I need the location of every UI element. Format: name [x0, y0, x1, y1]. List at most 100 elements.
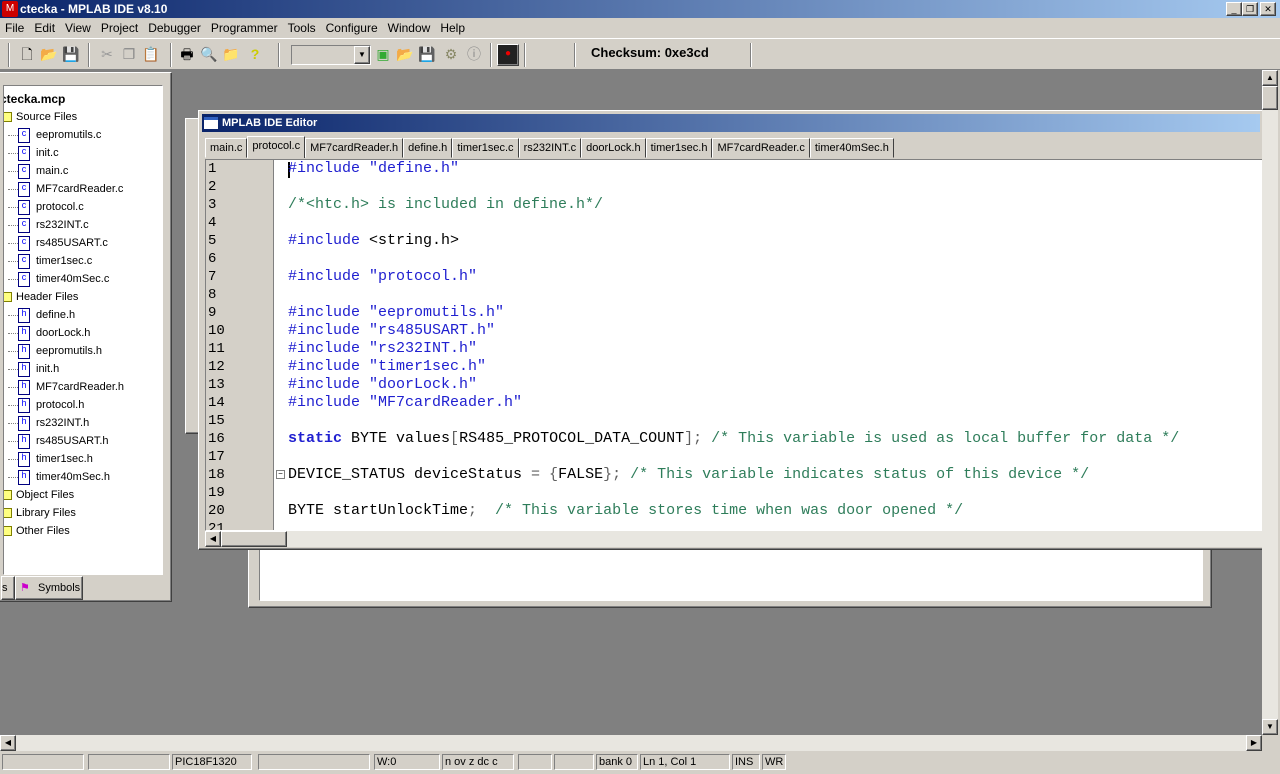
tree-file[interactable]: c rs485USART.c	[18, 234, 108, 252]
menu-project[interactable]: Project	[96, 21, 143, 35]
scroll-left-icon[interactable]: ◀	[205, 531, 221, 547]
tree-connector	[8, 243, 18, 244]
line-number: 18	[208, 467, 225, 483]
copy-icon[interactable]: ❐	[120, 45, 138, 63]
tree-file[interactable]: h eepromutils.h	[18, 342, 102, 360]
configuration-select[interactable]: ▼	[291, 45, 371, 65]
tab-define-h[interactable]: define.h	[403, 138, 453, 158]
tree-file[interactable]: c MF7cardReader.c	[18, 180, 123, 198]
header-file-icon: h	[18, 433, 30, 449]
tab-mf7cardreader-h[interactable]: MF7cardReader.h	[305, 138, 404, 158]
open-project-icon[interactable]: 📂	[396, 45, 414, 63]
tab-doorlock-h[interactable]: doorLock.h	[581, 138, 646, 158]
tree-file-label: timer40mSec.c	[36, 273, 110, 285]
scroll-up-icon[interactable]: ▲	[1262, 70, 1278, 86]
save-icon[interactable]: 💾	[62, 45, 80, 63]
scroll-thumb[interactable]	[221, 531, 287, 547]
tree-file[interactable]: c eepromutils.c	[18, 126, 101, 144]
workspace-vertical-scrollbar[interactable]: ▲ ▼	[1262, 70, 1278, 735]
menu-help[interactable]: Help	[435, 21, 470, 35]
new-file-icon[interactable]: 🗋	[18, 45, 36, 63]
folder-icon	[4, 292, 12, 303]
code-line: #include "rs232INT.h"	[288, 340, 477, 358]
record-icon[interactable]: ●	[497, 44, 519, 66]
cut-icon[interactable]: ✂	[98, 45, 116, 63]
editor-horizontal-scrollbar[interactable]: ◀	[205, 531, 1263, 547]
chevron-down-icon[interactable]: ▼	[354, 46, 370, 64]
tree-group[interactable]: Header Files	[4, 288, 78, 306]
tree-group[interactable]: Source Files	[4, 108, 77, 126]
tab-main-c[interactable]: main.c	[205, 138, 248, 158]
menu-configure[interactable]: Configure	[321, 21, 383, 35]
c-file-icon: c	[18, 145, 30, 161]
find-icon[interactable]: 🔍	[200, 45, 218, 63]
tree-file-label: doorLock.h	[36, 327, 91, 339]
tree-file[interactable]: c rs232INT.c	[18, 216, 89, 234]
menu-debugger[interactable]: Debugger	[143, 21, 206, 35]
header-file-icon: h	[18, 397, 30, 413]
menu-programmer[interactable]: Programmer	[206, 21, 283, 35]
tree-file[interactable]: c main.c	[18, 162, 68, 180]
symbols-tab[interactable]: ⚑ Symbols	[15, 576, 83, 600]
code-editor[interactable]: 1 2 3 4 5 6 7 8 9 10 11 12 13 14 15 16 17 18 19 20 21 − #inc…	[205, 159, 1263, 531]
scroll-down-icon[interactable]: ▼	[1262, 719, 1278, 735]
scroll-thumb[interactable]	[1262, 86, 1278, 110]
tree-file[interactable]: h MF7cardReader.h	[18, 378, 124, 396]
new-project-icon[interactable]: ▣	[374, 45, 392, 63]
tree-connector	[8, 351, 18, 352]
tree-connector	[8, 171, 18, 172]
tree-file[interactable]: h timer40mSec.h	[18, 468, 110, 486]
help-icon[interactable]: ?	[246, 45, 264, 63]
tab-protocol-c[interactable]: protocol.c	[247, 136, 306, 158]
find-in-files-icon[interactable]: 📁	[222, 45, 240, 63]
collapse-icon[interactable]: −	[276, 470, 285, 479]
tab-rs232int-c[interactable]: rs232INT.c	[518, 138, 582, 158]
minimize-button[interactable]: _	[1226, 2, 1242, 16]
paste-icon[interactable]: 📋	[142, 45, 160, 63]
tree-file[interactable]: h doorLock.h	[18, 324, 90, 342]
output-window[interactable]	[248, 540, 1212, 608]
divider	[170, 43, 172, 67]
tree-file-label: rs485USART.h	[36, 435, 109, 447]
info-icon[interactable]: ⓘ	[465, 45, 483, 63]
tree-file[interactable]: c protocol.c	[18, 198, 84, 216]
tree-file[interactable]: h rs232INT.h	[18, 414, 89, 432]
scroll-left-icon[interactable]: ◀	[0, 735, 16, 751]
open-folder-icon[interactable]: 📂	[40, 45, 58, 63]
menu-edit[interactable]: Edit	[29, 21, 60, 35]
scroll-right-icon[interactable]: ▶	[1246, 735, 1262, 751]
tree-group[interactable]: Other Files	[4, 522, 70, 540]
status-cell	[2, 754, 84, 770]
workspace-horizontal-scrollbar[interactable]: ◀ ▶	[0, 735, 1262, 751]
tree-file[interactable]: c timer1sec.c	[18, 252, 92, 270]
tree-group[interactable]: Library Files	[4, 504, 76, 522]
save-project-icon[interactable]: 💾	[418, 45, 436, 63]
tab-timer1sec-h[interactable]: timer1sec.h	[645, 138, 713, 158]
tree-file[interactable]: c init.c	[18, 144, 59, 162]
restore-button[interactable]: ❐	[1242, 2, 1258, 16]
tree-connector	[8, 369, 18, 370]
tree-file[interactable]: h define.h	[18, 306, 75, 324]
symbols-icon: ⚑	[20, 582, 30, 594]
tab-timer40msec-h[interactable]: timer40mSec.h	[809, 138, 894, 158]
line-number: 5	[208, 233, 217, 249]
close-button[interactable]: ✕	[1260, 2, 1276, 16]
code-line: #include "MF7cardReader.h"	[288, 394, 522, 412]
tab-mf7cardreader-c[interactable]: MF7cardReader.c	[712, 138, 810, 158]
tree-file[interactable]: h timer1sec.h	[18, 450, 93, 468]
tree-group[interactable]: Object Files	[4, 486, 74, 504]
menu-window[interactable]: Window	[383, 21, 436, 35]
menu-view[interactable]: View	[60, 21, 96, 35]
build-icon[interactable]: ⚙	[442, 45, 460, 63]
code-token: #include	[288, 232, 370, 249]
tree-file[interactable]: h protocol.h	[18, 396, 84, 414]
print-icon[interactable]: 🖶	[178, 45, 196, 63]
menu-tools[interactable]: Tools	[283, 21, 321, 35]
tree-file[interactable]: c timer40mSec.c	[18, 270, 109, 288]
tab-timer1sec-c[interactable]: timer1sec.c	[452, 138, 519, 158]
project-name[interactable]: ctecka.mcp	[4, 90, 65, 108]
tree-file[interactable]: h init.h	[18, 360, 59, 378]
menu-file[interactable]: File	[0, 21, 29, 35]
files-tab[interactable]: s	[1, 576, 15, 600]
tree-file[interactable]: h rs485USART.h	[18, 432, 109, 450]
